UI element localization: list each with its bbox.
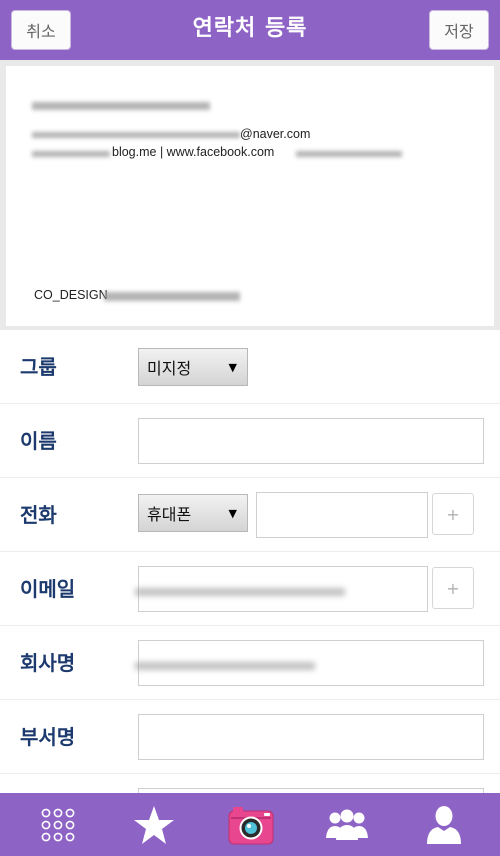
phone-input[interactable] [256,492,428,538]
tab-my-profile[interactable] [394,793,494,856]
email-row: 이메일 + [0,552,500,626]
group-select-value: 미지정 [147,359,192,378]
tab-favorites[interactable] [104,793,204,856]
card-web-text: blog.me | www.facebook.com [112,145,275,159]
phone-type-value: 휴대폰 [147,505,192,524]
star-icon [134,805,174,844]
blurred-company-value [135,662,315,670]
dropdown-arrow-icon: ▼ [228,361,237,374]
group-icon [326,809,368,840]
group-select[interactable]: 미지정 ▼ [138,348,248,386]
bottom-tab-bar [0,793,500,856]
page-title: 연락처 등록 [192,16,308,41]
email-input[interactable] [135,566,428,612]
department-row: 부서명 [0,700,500,774]
email-label: 이메일 [20,577,76,601]
camera-icon [228,806,274,844]
add-phone-button[interactable]: + [432,493,474,535]
grid-icon [41,808,75,841]
phone-type-select[interactable]: 휴대폰 ▼ [138,494,248,532]
tab-dialpad[interactable] [8,793,108,856]
business-card-area: @naver.com blog.me | www.facebook.com CO… [0,60,500,330]
blurred-email-value [135,588,345,596]
company-input[interactable] [135,640,484,686]
group-row: 그룹 미지정 ▼ [0,330,500,404]
name-input[interactable] [138,418,484,464]
card-email-text: @naver.com [240,127,311,141]
company-row: 회사명 [0,626,500,700]
card-name-text: CO_DESIGN [34,288,108,302]
department-input[interactable] [138,714,484,760]
blurred-text [104,292,240,301]
tab-groups[interactable] [297,793,397,856]
blurred-text [32,132,240,138]
tab-card-scan[interactable] [201,793,301,856]
name-row: 이름 [0,404,500,478]
person-icon [427,805,461,844]
blurred-text [32,102,210,110]
add-email-button[interactable]: + [432,567,474,609]
save-button[interactable]: 저장 [429,10,489,50]
business-card-image[interactable]: @naver.com blog.me | www.facebook.com CO… [6,66,494,326]
header-bar: 취소 연락처 등록 저장 [0,0,500,60]
group-label: 그룹 [20,355,57,379]
department-label: 부서명 [20,725,76,749]
dropdown-arrow-icon: ▼ [228,507,237,520]
blurred-text [32,151,110,157]
name-label: 이름 [20,429,57,453]
blurred-text [296,151,402,157]
phone-row: 전화 휴대폰 ▼ + [0,478,500,552]
phone-label: 전화 [20,503,57,527]
company-label: 회사명 [20,651,76,675]
